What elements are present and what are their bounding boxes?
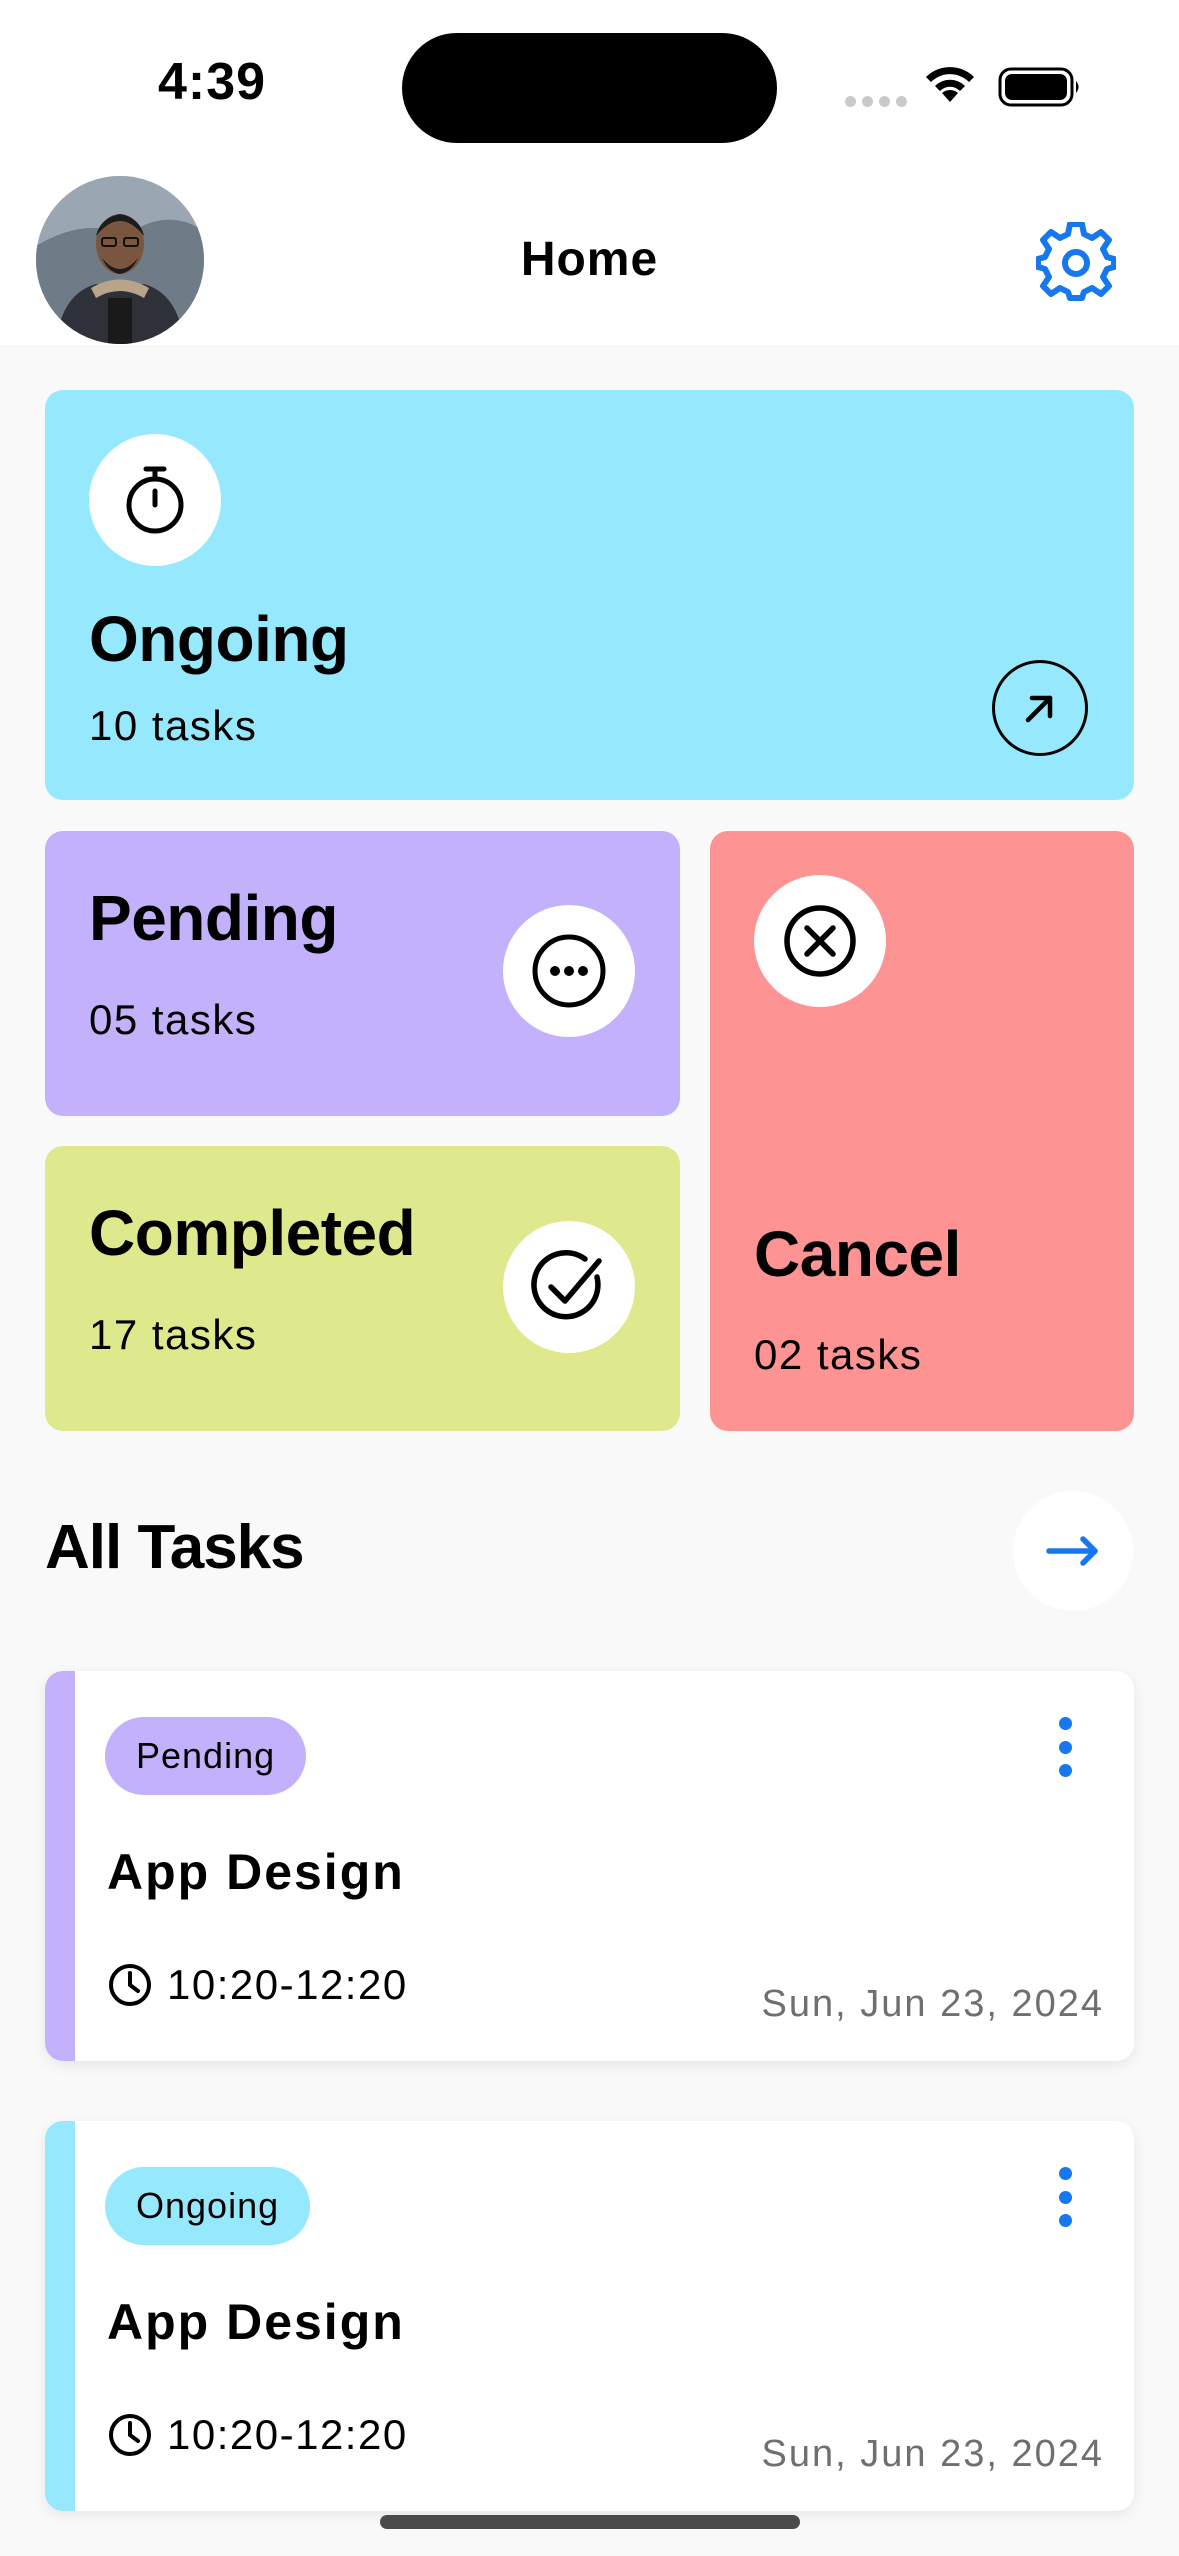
dynamic-island <box>402 33 777 143</box>
task-name: App Design <box>107 2294 405 2350</box>
stopwatch-icon <box>89 434 221 566</box>
task-time-range: 10:20-12:20 <box>167 1961 408 2008</box>
cancel-card[interactable]: Cancel 02 tasks <box>710 831 1134 1431</box>
completed-title: Completed <box>89 1197 416 1269</box>
ongoing-count: 10 tasks <box>89 702 258 749</box>
task-card[interactable]: Ongoing App Design 10:20-12:20 Sun, Jun … <box>45 2121 1134 2511</box>
wifi-icon <box>926 67 974 102</box>
clock-icon <box>109 2414 151 2456</box>
task-date: Sun, Jun 23, 2024 <box>761 1983 1104 2025</box>
task-time: 10:20-12:20 <box>107 2411 408 2459</box>
x-circle-icon <box>754 875 886 1007</box>
task-time-range: 10:20-12:20 <box>167 2411 408 2458</box>
ellipsis-circle-icon <box>503 905 635 1037</box>
ongoing-card[interactable]: Ongoing 10 tasks <box>45 390 1134 800</box>
task-status-stripe <box>45 2121 75 2511</box>
ongoing-title: Ongoing <box>89 603 349 675</box>
task-date: Sun, Jun 23, 2024 <box>761 2433 1104 2475</box>
task-card[interactable]: Pending App Design 10:20-12:20 Sun, Jun … <box>45 1671 1134 2061</box>
kebab-icon[interactable] <box>1045 2163 1085 2231</box>
cancel-count: 02 tasks <box>754 1331 923 1378</box>
clock-icon <box>109 1964 151 2006</box>
pending-title: Pending <box>89 882 338 954</box>
app-header: Home <box>0 170 1179 345</box>
task-name: App Design <box>107 1844 405 1900</box>
home-indicator[interactable] <box>380 2515 800 2529</box>
pending-card[interactable]: Pending 05 tasks <box>45 831 680 1116</box>
status-bar: 4:39 <box>0 0 1179 170</box>
all-tasks-title: All Tasks <box>45 1513 305 1582</box>
arrow-right-icon[interactable] <box>1013 1491 1133 1611</box>
status-time: 4:39 <box>158 53 267 111</box>
check-circle-icon <box>503 1221 635 1353</box>
arrow-up-right-icon[interactable] <box>992 660 1088 756</box>
battery-icon <box>998 67 1079 107</box>
cancel-title: Cancel <box>754 1218 961 1290</box>
task-time: 10:20-12:20 <box>107 1961 408 2009</box>
task-status-stripe <box>45 1671 75 2061</box>
pending-count: 05 tasks <box>89 996 258 1043</box>
kebab-icon[interactable] <box>1045 1713 1085 1781</box>
page-title: Home <box>520 233 659 286</box>
gear-icon[interactable] <box>1036 222 1116 302</box>
cellular-signal-icon <box>845 96 907 107</box>
completed-card[interactable]: Completed 17 tasks <box>45 1146 680 1431</box>
completed-count: 17 tasks <box>89 1311 258 1358</box>
status-badge: Pending <box>105 1717 307 1795</box>
status-badge: Ongoing <box>105 2167 311 2245</box>
